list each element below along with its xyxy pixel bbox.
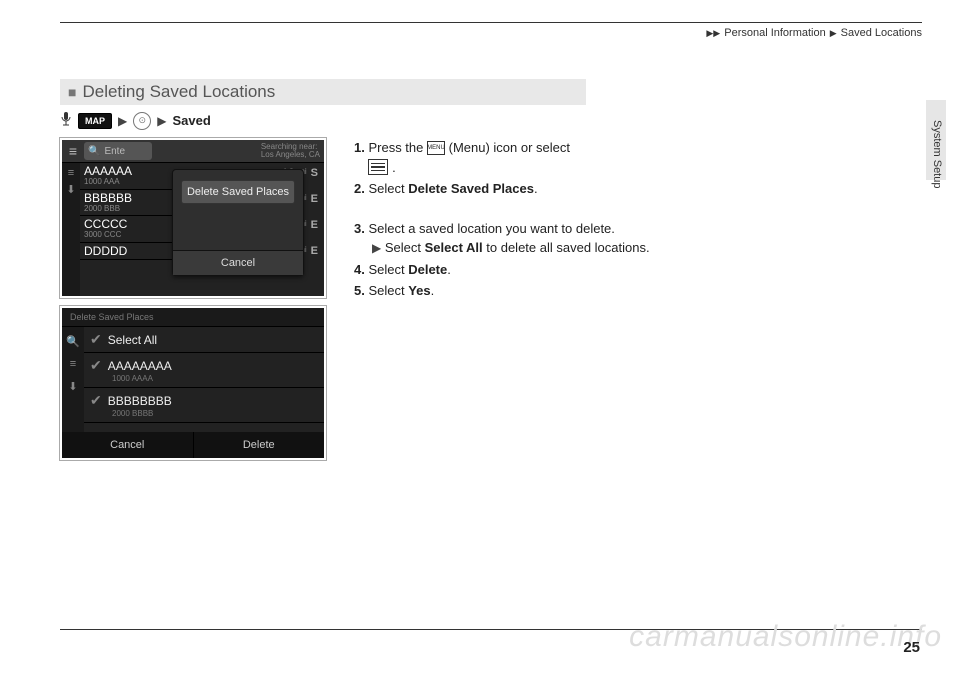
list-item[interactable]: ✔BBBBBBBB 2000 BBBB	[84, 388, 324, 423]
hamburger-icon	[368, 159, 388, 175]
header-breadcrumb: ▶▶ Personal Information ▶ Saved Location…	[60, 27, 922, 39]
menu-hard-button-icon: MENU	[427, 141, 445, 155]
delete-saved-places-option[interactable]: Delete Saved Places	[181, 180, 295, 204]
direction: E	[311, 193, 318, 205]
delete-button[interactable]: Delete	[193, 432, 325, 458]
nav-path: MAP ▶ ⊙ ▶ Saved	[60, 111, 922, 130]
direction: E	[311, 245, 318, 257]
side-tab-label: System Setup	[931, 120, 943, 188]
page-number: 25	[903, 639, 920, 656]
list-item[interactable]: BBBBBB 2000 BBB	[80, 190, 172, 217]
header-crumb-2: Saved Locations	[841, 27, 922, 39]
saved-label: Saved	[172, 113, 210, 128]
list-item[interactable]: DDDDD	[80, 243, 172, 260]
direction: E	[311, 219, 318, 231]
search-text: Ente	[104, 146, 125, 157]
scroll-down-icon[interactable]: ⬇	[68, 380, 77, 393]
filter-icon[interactable]: ≡	[68, 167, 74, 179]
scroll-down-icon[interactable]: ⬇	[66, 183, 75, 196]
list-item[interactable]: CCCCC 3000 CCC	[80, 216, 172, 243]
popup-cancel-button[interactable]: Cancel	[173, 250, 303, 275]
header-crumb-1: Personal Information	[724, 27, 826, 39]
search-icon[interactable]: 🔍	[66, 335, 80, 348]
list-item[interactable]: AAAAAA 1000 AAA	[80, 163, 172, 190]
instruction-steps: 1. Press the MENU (Menu) icon or select …	[354, 138, 922, 303]
hamburger-icon[interactable]: ≡	[62, 143, 84, 159]
chevron-right-icon: ▶	[372, 241, 381, 255]
search-target-icon: ⊙	[133, 112, 151, 130]
check-icon: ✔	[90, 392, 102, 409]
top-rule	[60, 22, 922, 23]
watermark: carmanualsonline.info	[629, 620, 942, 654]
check-icon: ✔	[90, 357, 102, 374]
manual-page: ▶▶ Personal Information ▶ Saved Location…	[0, 0, 960, 678]
list-item[interactable]: ✔AAAAAAAA 1000 AAAA	[84, 353, 324, 388]
cancel-button[interactable]: Cancel	[62, 432, 193, 458]
search-input[interactable]: 🔍 Ente	[84, 142, 152, 160]
select-all-row[interactable]: ✔Select All	[84, 327, 324, 353]
section-heading: ■ Deleting Saved Locations	[60, 79, 586, 105]
filter-icon[interactable]: ≡	[70, 358, 76, 370]
voice-icon	[60, 111, 72, 130]
chevron-right-icon: ▶	[118, 114, 127, 128]
screen2-title: Delete Saved Places	[62, 308, 324, 327]
screenshot-saved-list: ≡ 🔍 Ente Searching near: Los Angeles, CA…	[60, 138, 326, 298]
searching-loc: Los Angeles, CA	[261, 151, 320, 159]
section-title: Deleting Saved Locations	[82, 82, 275, 102]
direction: S	[311, 167, 318, 179]
check-icon: ✔	[90, 331, 102, 348]
saved-list: AAAAAA 1000 AAA BBBBBB 2000 BBB CCCCC 30…	[80, 163, 172, 297]
tri-icon: ▶	[830, 28, 837, 39]
tri-icon: ▶▶	[706, 28, 720, 39]
chevron-right-icon: ▶	[157, 114, 166, 128]
map-button: MAP	[78, 113, 112, 129]
square-bullet-icon: ■	[68, 84, 76, 100]
menu-popup: Delete Saved Places Cancel	[172, 169, 304, 276]
screenshot-delete-select: Delete Saved Places 🔍 ≡ ⬇ ✔Select All ✔A…	[60, 306, 326, 460]
search-icon: 🔍	[88, 146, 100, 157]
